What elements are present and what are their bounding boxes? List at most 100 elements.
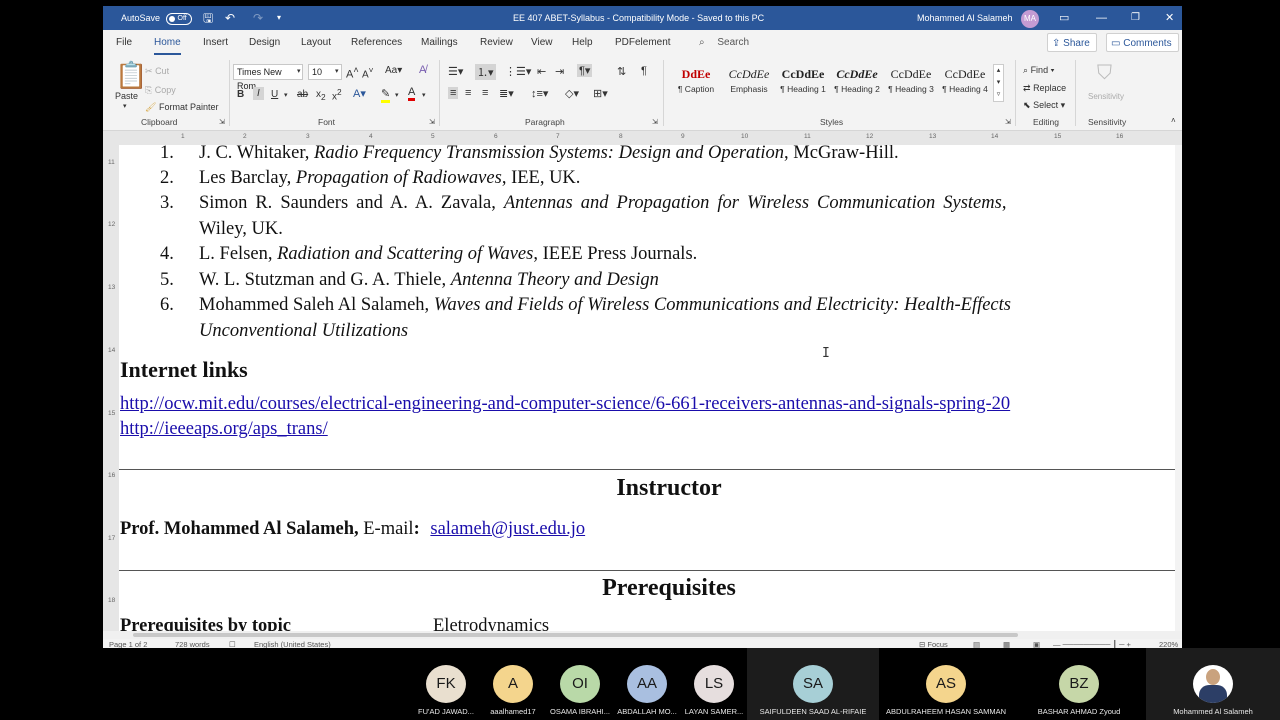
user-avatar[interactable]: MA bbox=[1021, 6, 1039, 30]
clipboard-launcher-icon[interactable]: ⇲ bbox=[219, 118, 225, 126]
highlight-icon[interactable]: ✎ bbox=[381, 87, 391, 103]
styles-launcher-icon[interactable]: ⇲ bbox=[1005, 118, 1011, 126]
horizontal-ruler[interactable]: 123 456 789 10 11 12 13 14 15 16 bbox=[103, 131, 1182, 145]
italic-icon[interactable]: I bbox=[253, 87, 264, 100]
tab-layout[interactable]: Layout bbox=[301, 30, 331, 56]
underline-dropdown-icon[interactable]: ▾ bbox=[284, 91, 288, 99]
undo-icon[interactable]: ↶ bbox=[225, 6, 235, 30]
line-spacing-icon[interactable]: ↕≡▾ bbox=[531, 87, 548, 100]
bullets-icon[interactable]: ☰▾ bbox=[448, 65, 463, 78]
multilevel-list-icon[interactable]: ⋮☰▾ bbox=[505, 65, 531, 78]
tab-design[interactable]: Design bbox=[249, 30, 280, 56]
styles-scroll-icon[interactable]: ▴ ▾ ▿ bbox=[993, 64, 1004, 102]
select-button[interactable]: ⬉ Select ▾ bbox=[1023, 100, 1065, 111]
proofing-icon[interactable]: ☐ bbox=[229, 640, 236, 648]
paste-options-icon[interactable]: ▾ bbox=[123, 102, 127, 110]
web-layout-icon[interactable]: ▣ bbox=[1033, 640, 1040, 648]
find-button[interactable]: ⌕ Find ▾ bbox=[1023, 65, 1054, 76]
shrink-font-icon[interactable]: A˅ bbox=[362, 65, 374, 80]
rtl-direction-icon[interactable]: ¶▾ bbox=[577, 64, 593, 77]
tab-help[interactable]: Help bbox=[572, 30, 593, 56]
vertical-scrollbar[interactable] bbox=[1175, 145, 1182, 631]
style-heading-4[interactable]: CcDdEe ¶ Heading 4 bbox=[938, 64, 992, 102]
language-status[interactable]: English (United States) bbox=[254, 640, 331, 648]
change-case-icon[interactable]: Aa▾ bbox=[385, 65, 402, 76]
font-name-dropdown-icon[interactable]: ▾ bbox=[297, 67, 301, 75]
align-left-icon[interactable]: ≡ bbox=[448, 87, 459, 99]
participant-tile[interactable]: FK FU'AD JAWAD... bbox=[413, 648, 479, 720]
tab-view[interactable]: View bbox=[531, 30, 553, 56]
autosave-toggle[interactable]: Off bbox=[165, 12, 192, 25]
minimize-icon[interactable]: — bbox=[1096, 6, 1107, 30]
copy-button[interactable]: ⎘ Copy bbox=[145, 85, 176, 96]
user-name[interactable]: Mohammed Al Salameh bbox=[917, 6, 1013, 30]
justify-icon[interactable]: ≣▾ bbox=[499, 87, 514, 100]
participant-tile-self[interactable]: Mohammed Al Salameh bbox=[1146, 648, 1280, 720]
link-mit-ocw[interactable]: http://ocw.mit.edu/courses/electrical-en… bbox=[120, 394, 1010, 415]
font-color-icon[interactable]: A bbox=[408, 86, 416, 101]
clear-formatting-icon[interactable]: A̸ bbox=[419, 64, 426, 76]
font-size-dropdown-icon[interactable]: ▾ bbox=[335, 67, 339, 75]
tab-references[interactable]: References bbox=[351, 30, 402, 56]
participant-tile[interactable]: LS LAYAN SAMER... bbox=[681, 648, 747, 720]
borders-icon[interactable]: ⊞▾ bbox=[593, 87, 608, 100]
align-right-icon[interactable]: ≡ bbox=[482, 87, 488, 99]
font-name-box[interactable]: Times New Rom bbox=[233, 64, 303, 91]
decrease-indent-icon[interactable]: ⇤ bbox=[537, 65, 546, 78]
sort-icon[interactable]: ⇅ bbox=[617, 65, 626, 78]
tab-insert[interactable]: Insert bbox=[203, 30, 228, 56]
numbering-icon[interactable]: ⒈▾ bbox=[475, 64, 496, 80]
bold-icon[interactable]: B bbox=[237, 89, 244, 100]
paste-button[interactable]: Paste bbox=[115, 91, 138, 101]
style-heading-3[interactable]: CcDdEe ¶ Heading 3 bbox=[884, 64, 938, 102]
style-caption[interactable]: DdEe ¶ Caption bbox=[669, 64, 723, 102]
participant-tile[interactable]: BZ BASHAR AHMAD Zyoud bbox=[1013, 648, 1145, 720]
read-mode-icon[interactable]: ▤ bbox=[973, 640, 980, 648]
grow-font-icon[interactable]: A˄ bbox=[346, 65, 359, 81]
cut-button[interactable]: ✂ Cut bbox=[145, 66, 169, 77]
style-emphasis[interactable]: CcDdEe Emphasis bbox=[722, 64, 776, 102]
instructor-email-link[interactable]: salameh@just.edu.jo bbox=[430, 519, 585, 539]
page-count[interactable]: Page 1 of 2 bbox=[109, 640, 147, 648]
vertical-ruler[interactable]: 11 12 13 14 15 16 17 18 bbox=[103, 145, 119, 631]
sensitivity-icon[interactable]: ⛉ bbox=[1097, 62, 1112, 85]
style-heading-1[interactable]: CcDdEe ¶ Heading 1 bbox=[776, 64, 830, 102]
strikethrough-icon[interactable]: ab bbox=[297, 89, 308, 100]
sensitivity-button[interactable]: Sensitivity bbox=[1088, 92, 1124, 101]
restore-icon[interactable]: ❐ bbox=[1131, 6, 1140, 30]
comments-button[interactable]: ▭ Comments bbox=[1106, 33, 1179, 52]
replace-button[interactable]: ⇄ Replace bbox=[1023, 83, 1066, 94]
tab-pdfelement[interactable]: PDFelement bbox=[615, 30, 671, 56]
style-heading-2[interactable]: CcDdEe ¶ Heading 2 bbox=[830, 64, 884, 102]
word-count[interactable]: 728 words bbox=[175, 640, 210, 648]
save-icon[interactable]: 🖫 bbox=[203, 6, 213, 30]
participant-tile[interactable]: AA ABDALLAH MO... bbox=[614, 648, 680, 720]
show-formatting-icon[interactable]: ¶ bbox=[641, 65, 647, 77]
zoom-slider[interactable]: — ───────── ┃ ─ + bbox=[1053, 640, 1131, 648]
link-ieeeaps[interactable]: http://ieeeaps.org/aps_trans/ bbox=[120, 419, 328, 440]
share-button[interactable]: ⇪ Share bbox=[1047, 33, 1097, 52]
subscript-icon[interactable]: x2 bbox=[316, 89, 326, 102]
paste-icon[interactable]: 📋 bbox=[115, 60, 147, 91]
zoom-level[interactable]: 220% bbox=[1159, 640, 1178, 648]
scroll-thumb[interactable] bbox=[133, 633, 1018, 637]
redo-icon[interactable]: ↷ bbox=[253, 6, 263, 30]
format-painter-button[interactable]: 🖌 Format Painter bbox=[145, 102, 218, 113]
close-icon[interactable]: ✕ bbox=[1165, 6, 1174, 30]
font-launcher-icon[interactable]: ⇲ bbox=[429, 118, 435, 126]
align-center-icon[interactable]: ≡ bbox=[465, 87, 471, 99]
horizontal-scrollbar[interactable] bbox=[103, 631, 1182, 639]
participant-tile-active[interactable]: SA SAIFULDEEN SAAD AL-RIFAIE bbox=[747, 648, 879, 720]
font-color-dropdown-icon[interactable]: ▾ bbox=[422, 91, 426, 99]
shading-icon[interactable]: ◇▾ bbox=[565, 87, 579, 100]
search-box[interactable]: ⌕ Search bbox=[699, 30, 749, 56]
autosave-control[interactable]: AutoSave Off bbox=[121, 6, 192, 30]
tab-review[interactable]: Review bbox=[480, 30, 513, 56]
document-page[interactable]: 1. J. C. Whitaker, Radio Frequency Trans… bbox=[119, 145, 1182, 631]
print-layout-icon[interactable]: ▦ bbox=[1003, 640, 1010, 648]
underline-icon[interactable]: U bbox=[271, 89, 278, 100]
participant-tile[interactable]: AS ABDULRAHEEM HASAN SAMMAN bbox=[880, 648, 1012, 720]
participant-tile[interactable]: OI OSAMA IBRAHI... bbox=[547, 648, 613, 720]
participant-tile[interactable]: A aaalhamed17 bbox=[480, 648, 546, 720]
focus-mode-button[interactable]: ⊟ Focus bbox=[919, 640, 948, 648]
